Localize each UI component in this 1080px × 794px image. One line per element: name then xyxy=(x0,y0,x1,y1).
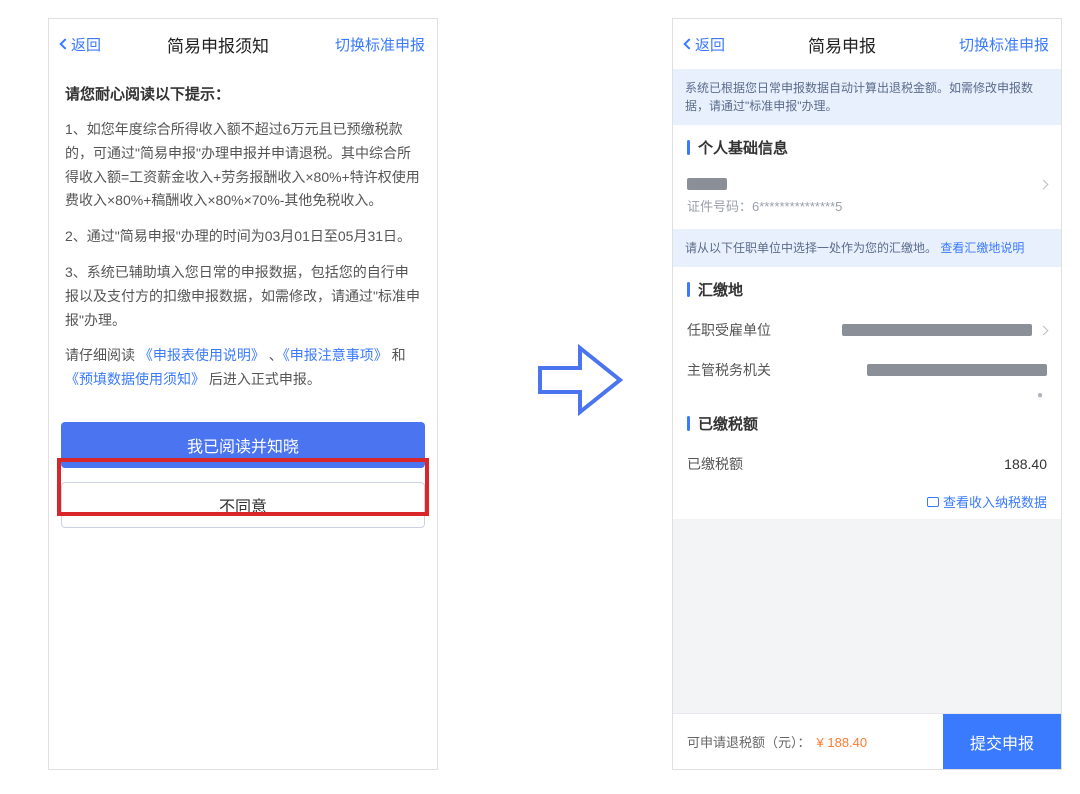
text: 、 xyxy=(265,347,283,363)
switch-standard-link[interactable]: 切换标准申报 xyxy=(959,34,1049,55)
text: 和 xyxy=(388,347,406,363)
phone-notice-screen: 返回 简易申报须知 切换标准申报 请您耐心阅读以下提示： 1、如您年度综合所得收… xyxy=(48,18,438,770)
arrow-right-icon xyxy=(530,330,630,430)
notice-paragraph-2: 2、通过"简易申报"办理的时间为03月01日至05月31日。 xyxy=(65,225,421,249)
row-paid-tax: 已缴税额 188.40 xyxy=(673,444,1061,484)
notice-body: 请您耐心阅读以下提示： 1、如您年度综合所得收入额不超过6万元且已预缴税款的，可… xyxy=(49,69,437,392)
text: 请仔细阅读 xyxy=(65,347,139,363)
link-prefill[interactable]: 《预填数据使用须知》 xyxy=(65,371,205,387)
link-manual[interactable]: 《申报表使用说明》 xyxy=(139,347,265,363)
empty-area xyxy=(673,519,1061,713)
nav-bar: 返回 简易申报须知 切换标准申报 xyxy=(49,19,437,69)
section-header-place: 汇缴地 xyxy=(673,267,1061,310)
footer-bar: 可申请退税额（元）： ¥ 188.40 提交申报 xyxy=(673,713,1061,769)
row-label: 主管税务机关 xyxy=(687,360,771,380)
page-title: 简易申报 xyxy=(725,32,959,57)
chevron-left-icon xyxy=(683,38,694,49)
paid-tax-value: 188.40 xyxy=(1004,456,1047,472)
id-value: 6***************5 xyxy=(752,199,842,214)
text: 后进入正式申报。 xyxy=(205,371,321,387)
banner-text: 请从以下任职单位中选择一处作为您的汇缴地。 xyxy=(685,241,937,255)
link-place-help[interactable]: 查看汇缴地说明 xyxy=(940,241,1024,255)
chevron-right-icon xyxy=(1039,179,1049,189)
back-button[interactable]: 返回 xyxy=(685,34,725,55)
page-indicator: ● xyxy=(673,390,1061,401)
list-icon xyxy=(927,497,939,507)
row-employer[interactable]: 任职受雇单位 xyxy=(673,310,1061,350)
phone-declare-screen: 返回 简易申报 切换标准申报 系统已根据您日常申报数据自动计算出退税金额。如需修… xyxy=(672,18,1062,770)
refund-amount: ¥ 188.40 xyxy=(817,735,868,750)
redacted-authority xyxy=(867,364,1047,376)
disagree-button[interactable]: 不同意 xyxy=(61,482,425,528)
back-label: 返回 xyxy=(695,34,725,55)
id-label: 证件号码： xyxy=(687,199,752,214)
chevron-right-icon xyxy=(1039,325,1049,335)
refund-label: 可申请退税额（元）： xyxy=(687,732,811,751)
flow-arrow xyxy=(520,320,640,440)
submit-button[interactable]: 提交申报 xyxy=(943,714,1061,769)
info-banner-select-place: 请从以下任职单位中选择一处作为您的汇缴地。 查看汇缴地说明 xyxy=(673,229,1061,267)
link-caution[interactable]: 《申报注意事项》 xyxy=(283,347,388,363)
nav-bar: 返回 简易申报 切换标准申报 xyxy=(673,19,1061,69)
back-label: 返回 xyxy=(71,34,101,55)
row-tax-authority: 主管税务机关 xyxy=(673,350,1061,390)
switch-standard-link[interactable]: 切换标准申报 xyxy=(335,34,425,55)
notice-paragraph-3: 3、系统已辅助填入您日常的申报数据，包括您的自行申报以及支付方的扣缴申报数据，如… xyxy=(65,261,421,332)
back-button[interactable]: 返回 xyxy=(61,34,101,55)
redacted-name xyxy=(687,178,727,190)
page-title: 简易申报须知 xyxy=(101,32,335,57)
refund-amount-display: 可申请退税额（元）： ¥ 188.40 xyxy=(673,732,867,751)
link-label: 查看收入纳税数据 xyxy=(943,492,1047,511)
agree-button[interactable]: 我已阅读并知晓 xyxy=(61,422,425,468)
id-number-row: 证件号码：6***************5 xyxy=(673,192,1061,229)
redacted-employer xyxy=(842,324,1032,336)
notice-heading: 请您耐心阅读以下提示： xyxy=(65,83,421,104)
info-banner-auto-calc: 系统已根据您日常申报数据自动计算出退税金额。如需修改申报数据，请通过"标准申报"… xyxy=(673,69,1061,125)
row-label: 已缴税额 xyxy=(687,454,743,474)
notice-paragraph-1: 1、如您年度综合所得收入额不超过6万元且已预缴税款的，可通过"简易申报"办理申报… xyxy=(65,118,421,213)
section-header-basic: 个人基础信息 xyxy=(673,125,1061,168)
link-view-income-data[interactable]: 查看收入纳税数据 xyxy=(673,484,1061,519)
notice-paragraph-4: 请仔细阅读 《申报表使用说明》 、《申报注意事项》 和 《预填数据使用须知》 后… xyxy=(65,344,421,392)
basic-info-card[interactable]: 证件号码：6***************5 xyxy=(673,168,1061,229)
chevron-left-icon xyxy=(59,38,70,49)
row-label: 任职受雇单位 xyxy=(687,320,771,340)
section-header-paid: 已缴税额 xyxy=(673,401,1061,444)
